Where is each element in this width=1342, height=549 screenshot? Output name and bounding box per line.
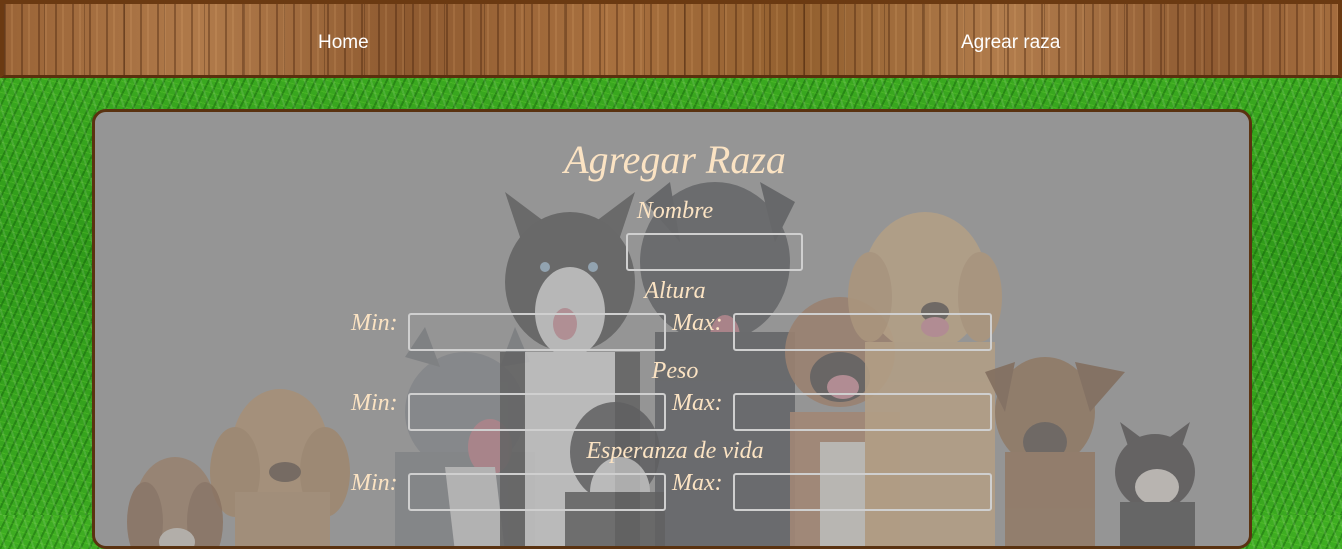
altura-label: Altura [644,278,706,304]
peso-max-input[interactable] [733,393,992,431]
vida-min-label: Min: [351,470,398,496]
altura-min-input[interactable] [408,313,666,351]
nav-add-breed-link[interactable]: Agrear raza [961,32,1060,54]
peso-min-input[interactable] [408,393,666,431]
peso-label: Peso [651,358,699,384]
peso-min-label: Min: [351,390,398,416]
nombre-input[interactable] [626,233,803,271]
vida-min-input[interactable] [408,473,666,511]
altura-max-label: Max: [672,310,723,336]
nombre-label: Nombre [636,198,714,224]
nav-home-link[interactable]: Home [318,32,369,54]
vida-max-label: Max: [672,470,723,496]
altura-max-input[interactable] [733,313,992,351]
top-navbar: Home Agrear raza [0,0,1342,78]
add-breed-form-card: Agregar Raza Nombre Altura Min: Max: Pes… [92,109,1252,549]
peso-max-label: Max: [672,390,723,416]
vida-max-input[interactable] [733,473,992,511]
altura-min-label: Min: [351,310,398,336]
form-title: Agregar Raza [564,137,786,182]
esperanza-de-vida-label: Esperanza de vida [586,438,764,464]
